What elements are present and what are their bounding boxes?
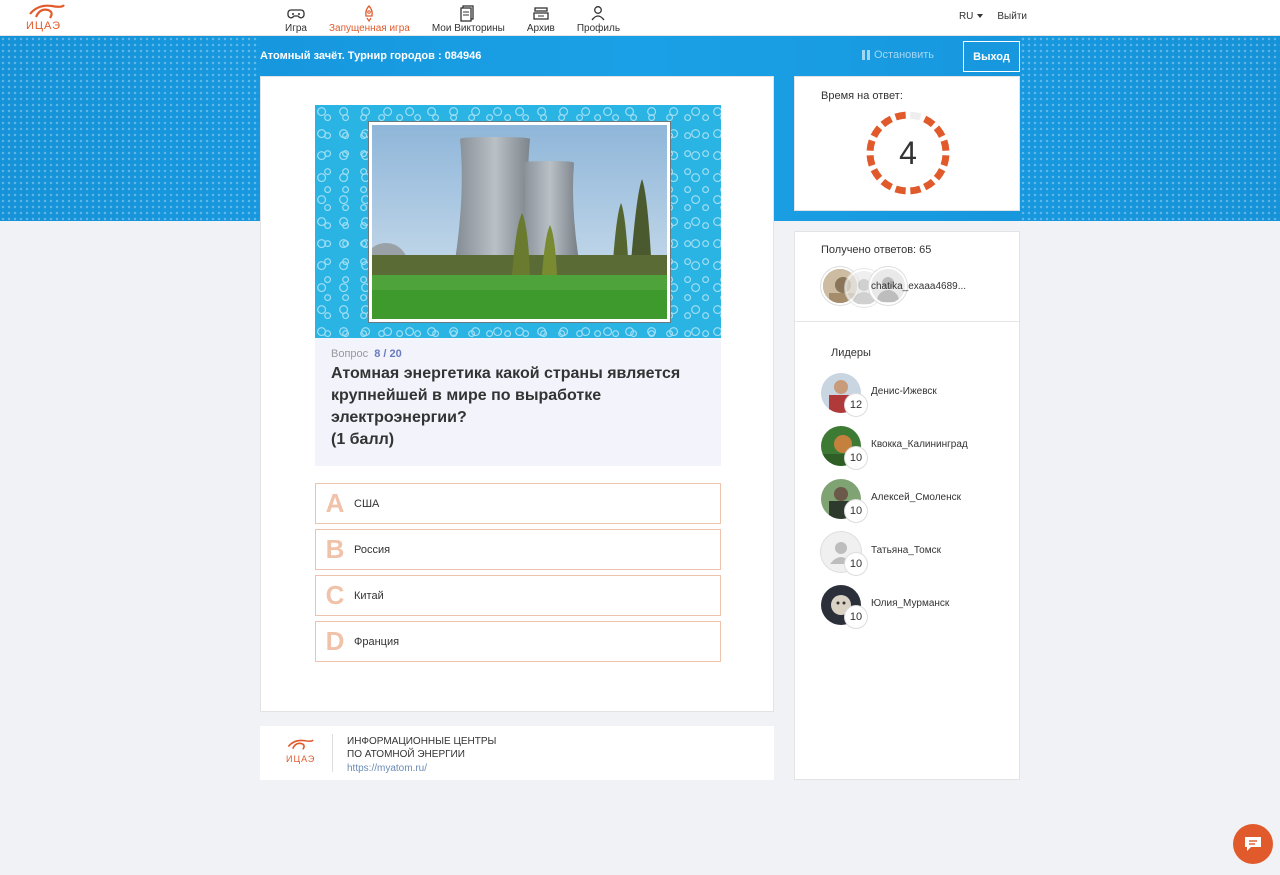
nav-right: RU Выйти — [959, 11, 1027, 22]
question-text: Атомная энергетика какой страны является… — [331, 363, 705, 451]
leader-item[interactable]: 10 Алексей_Смоленск — [821, 479, 1011, 523]
leader-score: 10 — [845, 606, 867, 628]
icae-logo-icon — [287, 739, 314, 750]
tab-profile[interactable]: Профиль — [577, 0, 620, 36]
question-text-line: крупнейшей в мире по выработке — [331, 387, 602, 404]
user-icon — [591, 6, 605, 21]
quizzes-icon — [460, 5, 474, 22]
tab-running-game[interactable]: Запущенная игра — [329, 0, 410, 36]
leader-name: Алексей_Смоленск — [871, 492, 961, 503]
footer-logo-text: ИЦАЭ — [286, 754, 316, 764]
answered-players-avatars: chatika_exaaa4689... — [821, 267, 1011, 307]
answer-text: Китай — [354, 589, 384, 602]
tab-running-game-label: Запущенная игра — [328, 23, 410, 34]
answer-option-d[interactable]: D Франция — [315, 621, 721, 662]
pause-icon — [862, 50, 870, 60]
players-panel: Получено ответов: 65 chatika_exaaa4689..… — [794, 231, 1020, 780]
leader-score: 12 — [845, 394, 867, 416]
answer-option-c[interactable]: C Китай — [315, 575, 721, 616]
question-text-line: электроэнергии? — [331, 409, 467, 426]
question-card: Вопрос 8 / 20 Атомная энергетика какой с… — [260, 76, 774, 712]
footer-org-name: ИНФОРМАЦИОННЫЕ ЦЕНТРЫ ПО АТОМНОЙ ЭНЕРГИИ — [347, 735, 496, 761]
tab-archive-label: Архив — [526, 23, 555, 34]
question-text-line: Атомная энергетика какой страны является — [331, 365, 681, 382]
leader-item[interactable]: 10 Татьяна_Томск — [821, 532, 1011, 576]
footer-org-line: ИНФОРМАЦИОННЫЕ ЦЕНТРЫ — [347, 736, 497, 747]
leader-name: Денис-Ижевск — [871, 386, 937, 397]
answer-letter: D — [325, 626, 345, 656]
tab-my-quizzes[interactable]: Мои Викторины — [432, 0, 505, 36]
footer-divider — [332, 734, 333, 772]
answers-received-label: Получено ответов: 65 — [821, 244, 932, 256]
stop-button-label: Остановить — [874, 49, 935, 61]
leader-item[interactable]: 12 Денис-Ижевск — [821, 373, 1011, 417]
answer-list: A США B Россия C Китай D Франция — [315, 483, 721, 667]
answer-option-b[interactable]: B Россия — [315, 529, 721, 570]
icae-logo-icon — [29, 4, 65, 19]
tab-game-label: Игра — [285, 23, 307, 34]
answer-letter: A — [325, 488, 345, 518]
rocket-icon — [365, 5, 374, 22]
answer-letter: C — [325, 580, 345, 610]
top-navigation: ИЦАЭ Игра Запущенная игра Мои Викторины … — [0, 0, 1280, 36]
question-body: Вопрос 8 / 20 Атомная энергетика какой с… — [315, 338, 721, 466]
question-counter: Вопрос 8 / 20 — [331, 348, 705, 360]
exit-button[interactable]: Выход — [963, 41, 1020, 72]
footer-url-link[interactable]: https://myatom.ru/ — [347, 763, 427, 774]
timer-label: Время на ответ: — [821, 90, 903, 102]
language-selector[interactable]: RU — [959, 11, 983, 22]
chat-icon — [1245, 837, 1261, 851]
tab-profile-label: Профиль — [576, 23, 621, 34]
answer-timer-card: Время на ответ: 4 — [794, 76, 1020, 211]
panel-divider — [795, 321, 1019, 322]
question-counter-label: Вопрос — [331, 348, 369, 360]
banner-pattern-right — [1020, 36, 1280, 221]
answer-letter: B — [325, 534, 345, 564]
leaders-title: Лидеры — [831, 347, 871, 359]
question-total: / 20 — [383, 348, 402, 360]
archive-icon — [533, 7, 549, 20]
leader-score: 10 — [845, 447, 867, 469]
footer-logo[interactable]: ИЦАЭ — [284, 736, 316, 770]
leader-score: 10 — [845, 500, 867, 522]
tab-game[interactable]: Игра — [285, 0, 307, 36]
question-points: (1 балл) — [331, 431, 395, 448]
answer-text: Россия — [354, 543, 391, 556]
tab-archive[interactable]: Архив — [527, 0, 555, 36]
leader-item[interactable]: 10 Квокка_Калининград — [821, 426, 1011, 470]
footer-org-line: ПО АТОМНОЙ ЭНЕРГИИ — [347, 749, 465, 760]
stop-button[interactable]: Остановить — [862, 49, 934, 61]
game-title: Атомный зачёт. Турнир городов : 084946 — [260, 50, 482, 62]
leader-score: 10 — [845, 553, 867, 575]
nuclear-plant-photo — [372, 125, 667, 319]
question-current: 8 — [374, 348, 381, 360]
logo-text: ИЦАЭ — [26, 20, 62, 32]
leader-name: Татьяна_Томск — [871, 545, 941, 556]
main-tabs: Игра Запущенная игра Мои Викторины Архив… — [285, 0, 642, 36]
question-photo — [369, 122, 670, 322]
answer-option-a[interactable]: A США — [315, 483, 721, 524]
leader-name: Юлия_Мурманск — [871, 598, 950, 609]
timer-seconds: 4 — [899, 134, 917, 171]
leader-name: Квокка_Калининград — [871, 439, 968, 450]
chat-button[interactable] — [1233, 824, 1273, 864]
gamepad-icon — [287, 9, 305, 19]
question-image-frame — [315, 105, 721, 338]
leader-item[interactable]: 10 Юлия_Мурманск — [821, 585, 1011, 629]
icae-logo[interactable]: ИЦАЭ — [24, 2, 68, 34]
banner-pattern-left — [0, 36, 260, 221]
logout-link[interactable]: Выйти — [997, 11, 1027, 22]
answered-player-names: chatika_exaaa4689... — [871, 281, 967, 292]
answer-text: США — [354, 497, 380, 510]
tab-my-quizzes-label: Мои Викторины — [431, 23, 505, 34]
answer-text: Франция — [354, 635, 400, 648]
page-footer: ИЦАЭ ИНФОРМАЦИОННЫЕ ЦЕНТРЫ ПО АТОМНОЙ ЭН… — [260, 726, 774, 780]
